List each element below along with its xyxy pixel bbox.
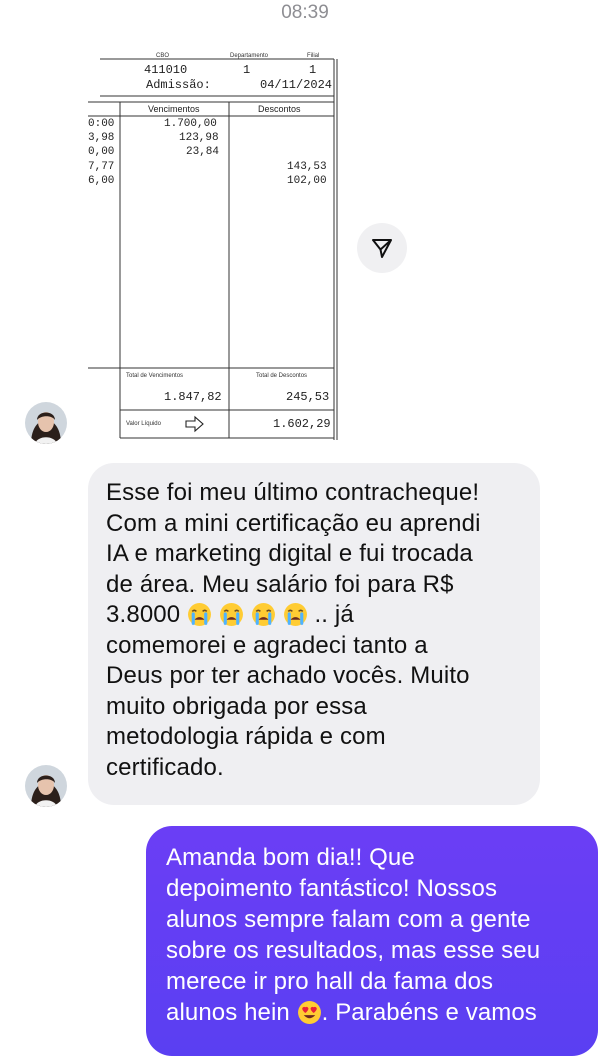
message-line: metodologia rápida e com [106,723,386,750]
total-vencimentos-value: 1.847,82 [164,390,222,404]
crying-face-emoji-icon [220,603,243,626]
total-descontos-label: Total de Descontos [256,373,308,379]
avatar-photo [25,765,67,807]
crying-face-emoji-icon [283,603,307,626]
crying-face-emoji-icon [188,603,212,626]
desconto-value: 102,00 [287,175,327,187]
valor-liquido-value: 1.602,29 [273,417,331,431]
message-fragment: 3.8000 [106,601,181,628]
message-line: 3.8000 .. já [106,600,531,631]
message-fragment: . Parabéns e vamos [321,999,537,1026]
outgoing-message-bubble[interactable]: Amanda bom dia!! Que depoimento fantásti… [146,826,598,1056]
message-line: Esse foi meu último contracheque! [106,479,480,506]
cbo-value: 411010 [144,63,188,77]
ref-value: 0,00 [88,146,115,158]
message-fragment: alunos hein [166,999,290,1026]
departamento-value: 1 [243,63,251,77]
descontos-header: Descontos [258,104,301,114]
cbo-label: CBO [156,53,170,59]
avatar[interactable] [25,765,67,807]
message-line: Deus por ter achado vocês. Muito [106,662,470,689]
share-button[interactable] [357,223,407,273]
message-line: IA e marketing digital e fui trocada [106,540,473,567]
message-line: alunos sempre falam com a gente [166,906,531,933]
ref-value: 6,00 [88,175,115,187]
message-line: Com a mini certificação eu aprendi [106,509,481,537]
vencimentos-header: Vencimentos [148,104,200,114]
admissao-date: 04/11/2024 [260,78,333,92]
message-line: depoimento fantástico! Nossos [166,875,498,902]
message-fragment: .. já [314,601,354,628]
message-line: de área. Meu salário foi para R$ [106,570,454,598]
desconto-value: 143,53 [287,161,327,173]
filial-value: 1 [309,63,317,77]
ref-value: 0:00 [88,118,115,130]
total-descontos-value: 245,53 [286,390,330,404]
message-line: merece ir pro hall da fama dos [166,968,494,995]
message-line: certificado. [106,753,224,781]
status-time: 08:39 [281,2,329,23]
valor-liquido-label: Valor Líquido [126,421,161,427]
outgoing-message-text: Amanda bom dia!! Que depoimento fantásti… [166,842,586,1028]
message-line: alunos hein . Parabéns e vamos [166,997,586,1028]
total-vencimentos-label: Total de Vencimentos [126,373,184,379]
vencimento-value: 1.700,00 [164,118,217,130]
admissao-label: Admissão: [146,78,211,92]
vencimento-value: 23,84 [186,146,220,158]
incoming-message-bubble[interactable]: Esse foi meu último contracheque! Com a … [88,463,540,805]
message-line: comemorei e agradeci tanto a [106,631,428,659]
ref-value: 3,98 [88,132,115,144]
message-line: sobre os resultados, mas esse seu [166,937,541,964]
ref-value: 7,77 [88,161,115,173]
vencimento-value: 123,98 [179,132,219,144]
message-line: muito obrigada por essa [106,692,367,720]
paper-plane-icon [372,239,392,258]
heart-eyes-emoji-icon [297,1001,321,1024]
avatar[interactable] [25,402,67,444]
crying-face-emoji-icon [251,603,275,626]
incoming-message-text: Esse foi meu último contracheque! Com a … [106,478,531,783]
payslip-image[interactable]: CBO Departamento Filial 411010 1 1 Admis… [88,52,338,442]
avatar-photo [25,402,67,444]
departamento-label: Departamento [230,53,269,59]
message-line: Amanda bom dia!! Que [166,844,415,871]
filial-label: Filial [307,53,320,59]
